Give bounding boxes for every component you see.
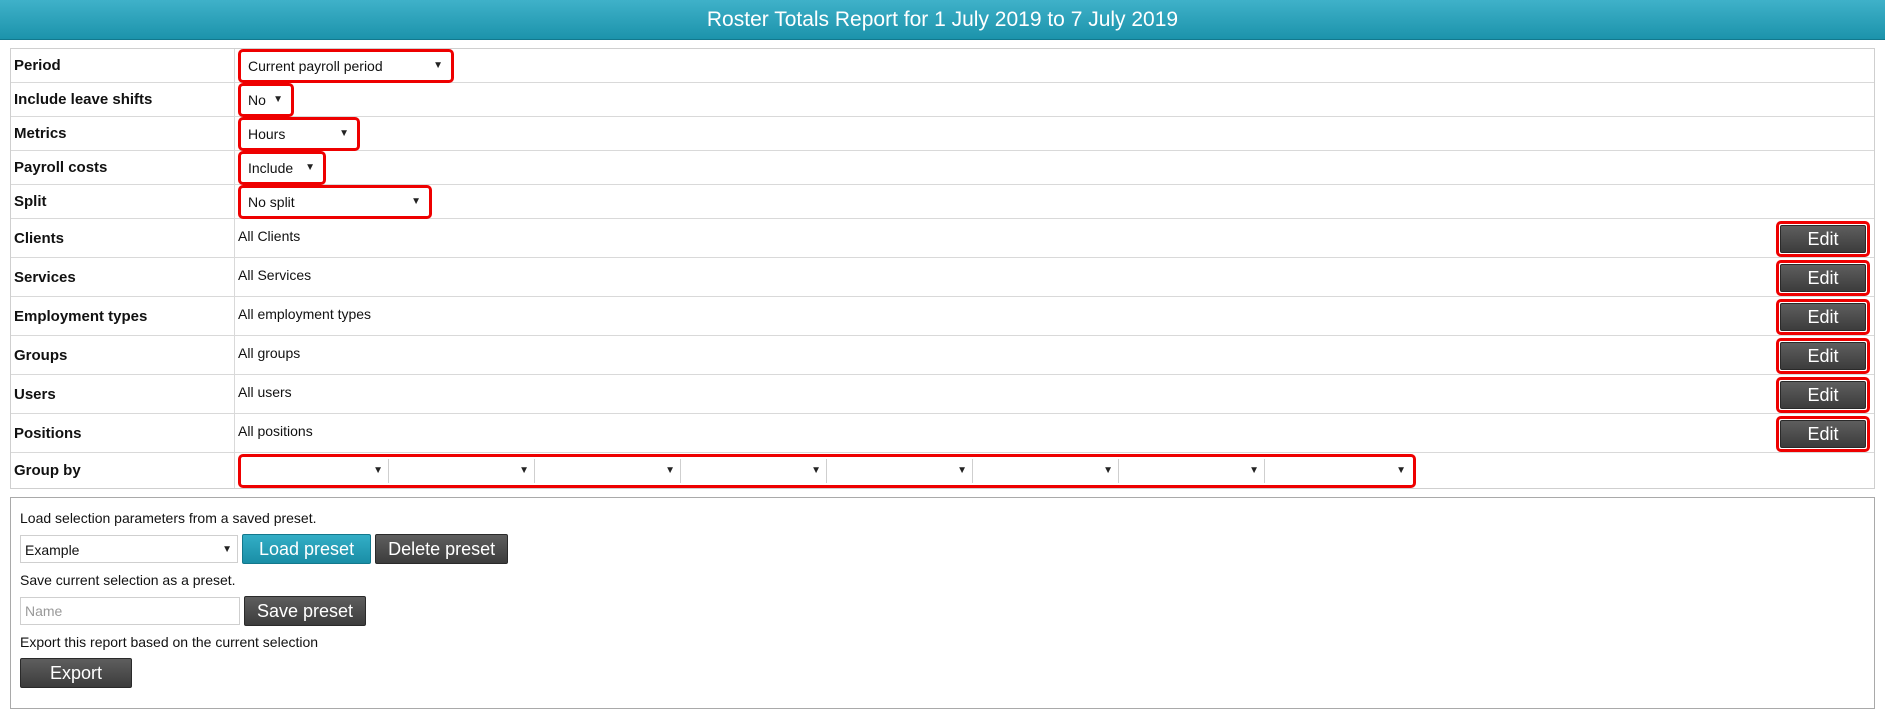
- dropdown-arrow-icon: ▼: [1103, 464, 1113, 476]
- clients-edit-highlight: Edit: [1776, 221, 1870, 257]
- split-highlight: No split ▼: [238, 184, 432, 219]
- services-label: Services: [11, 258, 235, 296]
- save-preset-button[interactable]: Save preset: [244, 596, 367, 626]
- clients-value: All Clients: [238, 228, 301, 244]
- split-row: Split No split ▼: [11, 184, 1874, 219]
- period-label: Period: [11, 49, 235, 82]
- groupby-row: Group by ▼ ▼ ▼ ▼ ▼ ▼ ▼ ▼: [11, 453, 1874, 488]
- metrics-label: Metrics: [11, 117, 235, 150]
- preset-select-value: Example: [25, 542, 80, 558]
- dropdown-arrow-icon: ▼: [519, 464, 529, 476]
- preset-panel: Load selection parameters from a saved p…: [10, 497, 1875, 709]
- dropdown-arrow-icon: ▼: [411, 195, 421, 207]
- preset-select[interactable]: Example ▼: [20, 535, 238, 563]
- groups-value: All groups: [238, 345, 301, 361]
- users-label: Users: [11, 375, 235, 413]
- positions-edit-button[interactable]: Edit: [1780, 420, 1866, 448]
- groups-row: Groups All groups Edit: [11, 336, 1874, 375]
- clients-edit-button[interactable]: Edit: [1780, 225, 1866, 253]
- clients-row: Clients All Clients Edit: [11, 219, 1874, 258]
- export-text: Export this report based on the current …: [20, 634, 319, 650]
- report-title: Roster Totals Report for 1 July 2019 to …: [706, 7, 1179, 31]
- dropdown-arrow-icon: ▼: [811, 464, 821, 476]
- employment-label: Employment types: [11, 297, 235, 335]
- parameters-table: Period Current payroll period ▼ Include …: [10, 48, 1875, 489]
- export-button[interactable]: Export: [20, 658, 132, 688]
- split-select-value: No split: [248, 193, 295, 210]
- positions-edit-highlight: Edit: [1776, 416, 1870, 452]
- dropdown-arrow-icon: ▼: [957, 464, 967, 476]
- leave-highlight: No ▼: [238, 82, 294, 117]
- positions-row: Positions All positions Edit: [11, 414, 1874, 453]
- services-edit-highlight: Edit: [1776, 260, 1870, 296]
- employment-edit-button[interactable]: Edit: [1780, 303, 1866, 331]
- payroll-highlight: Include ▼: [238, 150, 326, 185]
- groups-label: Groups: [11, 336, 235, 374]
- period-highlight: Current payroll period ▼: [238, 48, 454, 83]
- groups-edit-button[interactable]: Edit: [1780, 342, 1866, 370]
- positions-value: All positions: [238, 423, 313, 439]
- split-label: Split: [11, 185, 235, 218]
- users-row: Users All users Edit: [11, 375, 1874, 414]
- employment-row: Employment types All employment types Ed…: [11, 297, 1874, 336]
- period-row: Period Current payroll period ▼: [11, 48, 1874, 83]
- metrics-select[interactable]: Hours ▼: [244, 121, 354, 146]
- load-preset-button[interactable]: Load preset: [242, 534, 372, 564]
- leave-label: Include leave shifts: [11, 83, 235, 116]
- dropdown-arrow-icon: ▼: [1396, 464, 1406, 476]
- groupby-select-6[interactable]: ▼: [973, 458, 1119, 483]
- dropdown-arrow-icon: ▼: [1249, 464, 1259, 476]
- split-select[interactable]: No split ▼: [244, 189, 426, 214]
- leave-select-value: No: [248, 91, 266, 108]
- users-edit-button[interactable]: Edit: [1780, 381, 1866, 409]
- groupby-select-4[interactable]: ▼: [681, 458, 827, 483]
- metrics-select-value: Hours: [248, 125, 286, 142]
- groupby-select-8[interactable]: ▼: [1265, 458, 1411, 483]
- users-value: All users: [238, 384, 292, 400]
- save-preset-text: Save current selection as a preset.: [20, 572, 236, 588]
- period-select-value: Current payroll period: [248, 57, 383, 74]
- users-edit-highlight: Edit: [1776, 377, 1870, 413]
- report-header: Roster Totals Report for 1 July 2019 to …: [0, 0, 1885, 40]
- groupby-select-7[interactable]: ▼: [1119, 458, 1265, 483]
- preset-name-input[interactable]: [20, 597, 240, 625]
- services-row: Services All Services Edit: [11, 258, 1874, 297]
- load-preset-text: Load selection parameters from a saved p…: [20, 510, 317, 526]
- groupby-highlight: ▼ ▼ ▼ ▼ ▼ ▼ ▼ ▼: [238, 453, 1416, 488]
- payroll-select[interactable]: Include ▼: [244, 155, 320, 180]
- payroll-label: Payroll costs: [11, 151, 235, 184]
- employment-value: All employment types: [238, 306, 372, 322]
- payroll-select-value: Include: [248, 159, 294, 176]
- groupby-label: Group by: [11, 453, 235, 488]
- groupby-select-5[interactable]: ▼: [827, 458, 973, 483]
- dropdown-arrow-icon: ▼: [339, 127, 349, 139]
- period-select[interactable]: Current payroll period ▼: [244, 53, 448, 78]
- leave-row: Include leave shifts No ▼: [11, 82, 1874, 117]
- groupby-select-2[interactable]: ▼: [389, 458, 535, 483]
- leave-select[interactable]: No ▼: [244, 87, 288, 112]
- dropdown-arrow-icon: ▼: [222, 544, 232, 555]
- dropdown-arrow-icon: ▼: [665, 464, 675, 476]
- positions-label: Positions: [11, 414, 235, 452]
- services-value: All Services: [238, 267, 312, 283]
- metrics-row: Metrics Hours ▼: [11, 116, 1874, 151]
- dropdown-arrow-icon: ▼: [373, 464, 383, 476]
- groupby-select-3[interactable]: ▼: [535, 458, 681, 483]
- dropdown-arrow-icon: ▼: [273, 93, 283, 105]
- metrics-highlight: Hours ▼: [238, 116, 360, 151]
- groupby-select-1[interactable]: ▼: [243, 458, 389, 483]
- groups-edit-highlight: Edit: [1776, 338, 1870, 374]
- dropdown-arrow-icon: ▼: [305, 161, 315, 173]
- services-edit-button[interactable]: Edit: [1780, 264, 1866, 292]
- clients-label: Clients: [11, 219, 235, 257]
- payroll-row: Payroll costs Include ▼: [11, 150, 1874, 185]
- delete-preset-button[interactable]: Delete preset: [375, 534, 509, 564]
- dropdown-arrow-icon: ▼: [433, 59, 443, 71]
- employment-edit-highlight: Edit: [1776, 299, 1870, 335]
